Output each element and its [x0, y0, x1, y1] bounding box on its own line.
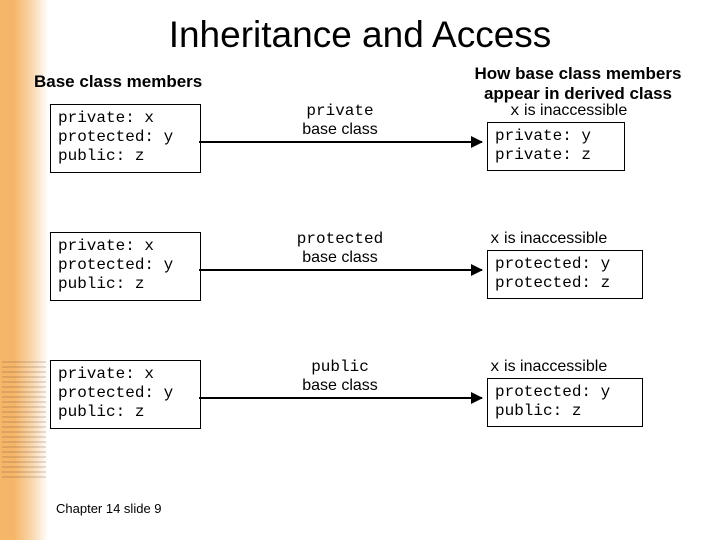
inaccessible-note: x is inaccessible	[510, 102, 627, 120]
inheritance-keyword: private	[240, 103, 440, 121]
subtitle-derived-members: How base class members appear in derived…	[468, 64, 688, 103]
inheritance-subtext: base class	[240, 377, 440, 395]
base-members-box: private: x protected: y public: z	[50, 232, 201, 301]
arrow-icon	[199, 269, 482, 271]
derived-members-box: protected: y protected: z	[487, 250, 643, 299]
derived-members-box: protected: y public: z	[487, 378, 643, 427]
inaccessible-var: x	[490, 358, 500, 376]
inaccessible-var: x	[510, 102, 520, 120]
derived-members-box: private: y private: z	[487, 122, 625, 171]
inaccessible-text: is inaccessible	[500, 358, 608, 375]
arrow-icon	[199, 397, 482, 399]
arrow-icon	[199, 141, 482, 143]
slide-footer: Chapter 14 slide 9	[56, 501, 162, 516]
inheritance-subtext: base class	[240, 121, 440, 139]
inheritance-subtext: base class	[240, 249, 440, 267]
inaccessible-text: is inaccessible	[500, 230, 608, 247]
arrow-label: protected base class	[240, 231, 440, 266]
arrow-label: private base class	[240, 103, 440, 138]
inaccessible-text: is inaccessible	[520, 102, 628, 119]
base-members-box: private: x protected: y public: z	[50, 104, 201, 173]
base-members-box: private: x protected: y public: z	[50, 360, 201, 429]
inheritance-keyword: protected	[240, 231, 440, 249]
inaccessible-var: x	[490, 230, 500, 248]
inaccessible-note: x is inaccessible	[490, 230, 607, 248]
inaccessible-note: x is inaccessible	[490, 358, 607, 376]
slide-title: Inheritance and Access	[0, 14, 720, 56]
subtitle-base-members: Base class members	[34, 72, 202, 92]
arrow-label: public base class	[240, 359, 440, 394]
decor-glitch	[2, 358, 46, 478]
inheritance-keyword: public	[240, 359, 440, 377]
